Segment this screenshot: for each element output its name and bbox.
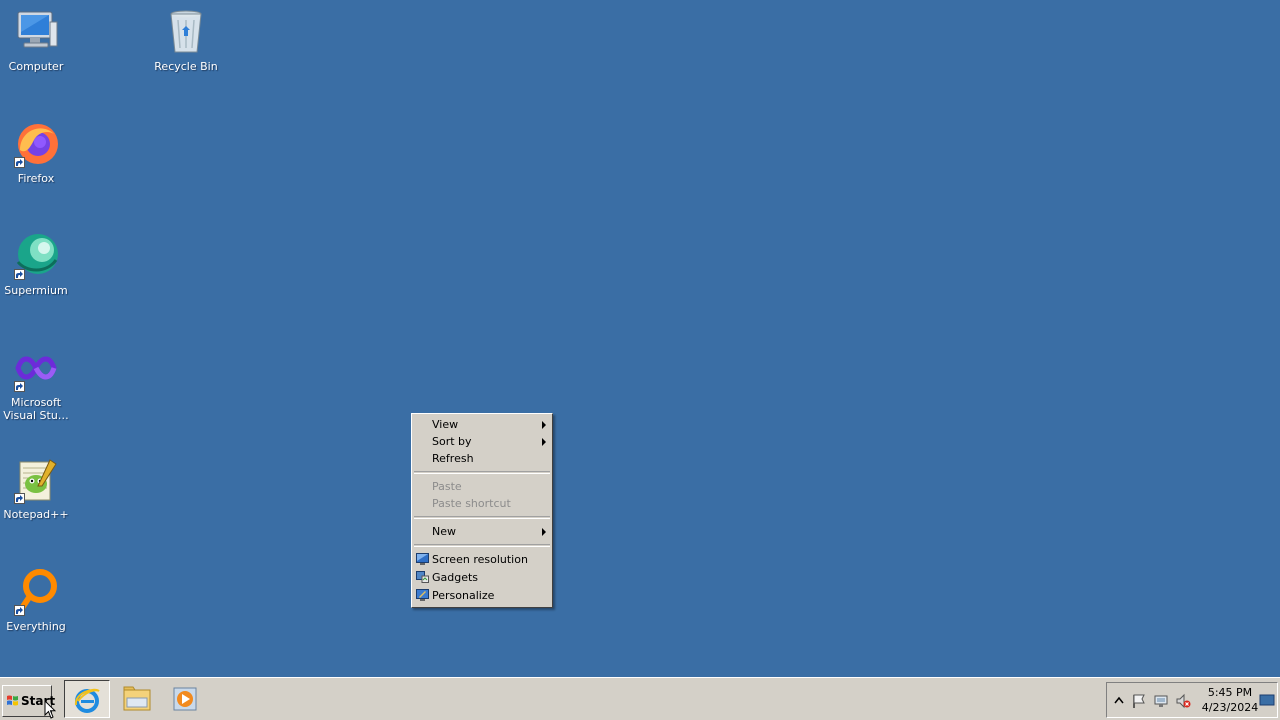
action-center-flag-icon[interactable] [1131, 693, 1147, 709]
taskbar-file-explorer[interactable] [114, 680, 160, 718]
media-player-icon [173, 687, 197, 711]
desktop-icon-notepadpp[interactable]: Notepad++ [0, 456, 72, 521]
shortcut-arrow-icon [14, 381, 25, 392]
menu-item-label: New [432, 525, 456, 538]
menu-item-label: Sort by [432, 435, 472, 448]
supermium-icon [12, 232, 60, 280]
internet-explorer-icon [74, 688, 100, 713]
menu-item-paste: Paste [412, 478, 552, 495]
menu-item-label: Screen resolution [432, 553, 528, 566]
desktop-icon-computer[interactable]: Computer [0, 8, 72, 73]
menu-item-refresh[interactable]: Refresh [412, 450, 552, 467]
desktop-icon-recycle-bin[interactable]: Recycle Bin [150, 8, 222, 73]
submenu-arrow-icon [542, 438, 546, 446]
shortcut-arrow-icon [14, 605, 25, 616]
menu-item-paste-shortcut: Paste shortcut [412, 495, 552, 512]
taskbar: Start 5:45 PM 4/23/2024 [0, 677, 1280, 720]
everything-icon [12, 568, 60, 616]
menu-item-label: Gadgets [432, 571, 479, 584]
personalize-icon [416, 589, 429, 601]
menu-item-label: Personalize [432, 589, 495, 602]
desktop-icon-firefox[interactable]: Firefox [0, 120, 72, 185]
menu-item-label: Refresh [432, 452, 474, 465]
system-clock[interactable]: 5:45 PM 4/23/2024 [1195, 685, 1265, 715]
desktop-icon-visual-studio[interactable]: Microsoft Visual Stu… [0, 344, 72, 422]
shortcut-arrow-icon [14, 269, 25, 280]
desktop-icon-label: Recycle Bin [154, 60, 218, 73]
menu-item-screen-resolution[interactable]: Screen resolution [412, 551, 552, 569]
computer-icon [12, 8, 60, 56]
network-icon[interactable] [1153, 693, 1169, 709]
desktop-context-menu: View Sort by Refresh Paste Paste shortcu… [411, 413, 553, 608]
menu-separator [414, 516, 550, 519]
desktop-icon-everything[interactable]: Everything [0, 568, 72, 633]
menu-item-personalize[interactable]: Personalize [412, 587, 552, 605]
menu-item-view[interactable]: View [412, 416, 552, 433]
clock-date: 4/23/2024 [1201, 701, 1259, 714]
desktop-icon-label: Everything [6, 620, 66, 633]
screen-resolution-icon [416, 553, 429, 565]
notepadpp-icon [12, 456, 60, 504]
show-desktop-icon[interactable] [1259, 692, 1275, 708]
recycle-bin-icon [162, 8, 210, 56]
firefox-icon [12, 120, 60, 168]
desktop-icon-label: Microsoft Visual Stu… [3, 396, 69, 422]
submenu-arrow-icon [542, 528, 546, 536]
taskbar-media-player[interactable] [162, 680, 208, 718]
submenu-arrow-icon [542, 421, 546, 429]
menu-separator [414, 544, 550, 547]
menu-item-label: Paste shortcut [432, 497, 511, 510]
shortcut-arrow-icon [14, 157, 25, 168]
menu-item-label: View [432, 418, 459, 431]
menu-item-label: Paste [432, 480, 462, 493]
desktop-icon-label: Notepad++ [3, 508, 69, 521]
shortcut-arrow-icon [14, 493, 25, 504]
gadgets-icon [416, 571, 429, 583]
file-explorer-icon [123, 686, 151, 711]
visual-studio-icon [12, 344, 60, 392]
desktop-icon-label: Supermium [4, 284, 68, 297]
menu-item-new[interactable]: New [412, 523, 552, 540]
desktop-icon-label: Firefox [17, 172, 55, 185]
desktop-icon-supermium[interactable]: Supermium [0, 232, 72, 297]
volume-muted-icon[interactable] [1175, 693, 1191, 709]
menu-item-sort-by[interactable]: Sort by [412, 433, 552, 450]
desktop-icon-label: Computer [8, 60, 64, 73]
menu-separator [414, 471, 550, 474]
menu-item-gadgets[interactable]: Gadgets [412, 569, 552, 587]
show-hidden-icons-icon[interactable] [1111, 693, 1127, 709]
windows-logo-icon [7, 695, 18, 706]
clock-time: 5:45 PM [1207, 686, 1253, 699]
mouse-cursor-icon [44, 700, 56, 719]
desktop[interactable]: Computer Recycle Bin Firefox Supermium M… [0, 0, 1280, 677]
taskbar-internet-explorer[interactable] [64, 680, 110, 718]
notification-area: 5:45 PM 4/23/2024 [1106, 682, 1278, 718]
